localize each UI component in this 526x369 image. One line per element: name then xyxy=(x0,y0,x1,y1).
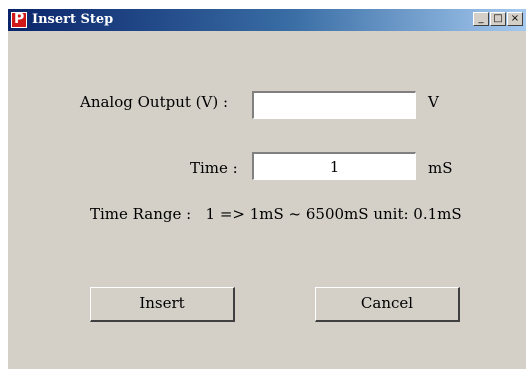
time-label: Time : xyxy=(190,159,238,177)
analog-output-label: Analog Output (V) : xyxy=(80,93,229,111)
window-title: Insert Step xyxy=(32,12,114,27)
time-input[interactable] xyxy=(252,152,416,180)
maximize-button[interactable]: □ xyxy=(490,12,506,26)
analog-output-unit: V xyxy=(428,93,439,111)
insert-step-dialog: P Insert Step _ □ × Analog Output (V) : … xyxy=(7,8,526,369)
app-icon-letter: P xyxy=(14,11,25,27)
time-unit: mS xyxy=(428,159,453,177)
time-range-text: Time Range : 1 => 1mS ~ 6500mS unit: 0.1… xyxy=(90,205,462,223)
analog-output-input[interactable] xyxy=(252,91,416,119)
minimize-button[interactable]: _ xyxy=(473,12,489,26)
app-icon[interactable]: P xyxy=(11,11,27,28)
title-bar[interactable]: P Insert Step _ □ × xyxy=(8,9,526,31)
cancel-button[interactable]: Cancel xyxy=(315,287,460,322)
close-button[interactable]: × xyxy=(507,12,523,26)
insert-button[interactable]: Insert xyxy=(90,287,235,322)
